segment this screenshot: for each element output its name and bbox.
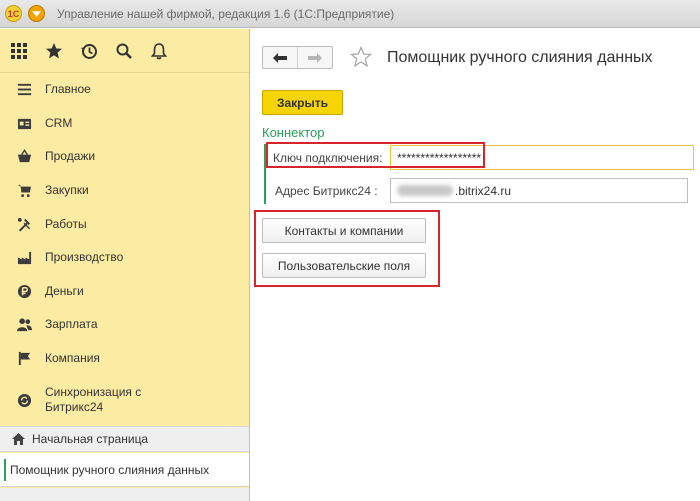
sidebar-item-label: CRM (45, 115, 73, 130)
apps-grid-icon[interactable] (9, 41, 29, 61)
group-divider-line (264, 144, 266, 204)
basket-icon (16, 149, 32, 165)
connection-key-value: ****************** (397, 150, 482, 165)
sync-icon (16, 392, 32, 408)
form-area: Помощник ручного слияния данных Закрыть … (251, 29, 700, 501)
form-title: Помощник ручного слияния данных (387, 49, 653, 66)
sidebar-item-company[interactable]: Компания (0, 342, 249, 376)
sidebar-item-label: Работы (45, 216, 87, 231)
crm-card-icon (16, 115, 32, 131)
home-page-label: Начальная страница (32, 432, 149, 446)
coin-icon (16, 283, 32, 299)
window-title: Управление нашей фирмой, редакция 1.6 (1… (57, 6, 395, 21)
connection-key-label: Ключ подключения: (273, 151, 383, 165)
sidebar-item-salary[interactable]: Зарплата (0, 308, 249, 342)
bitrix-address-value: .bitrix24.ru (455, 183, 512, 198)
history-nav (262, 46, 333, 69)
sidebar-item-sales[interactable]: Продажи (0, 140, 249, 174)
arrow-right-icon (308, 52, 322, 63)
main-menu-dropdown-icon[interactable] (28, 5, 45, 22)
sidebar-item-purchases[interactable]: Закупки (0, 174, 249, 208)
forward-button[interactable] (297, 47, 332, 68)
contacts-companies-button[interactable]: Контакты и компании (262, 218, 426, 243)
sidebar-bottom-strip (0, 488, 249, 501)
menu-lines-icon (16, 82, 32, 98)
sidebar-item-money[interactable]: Деньги (0, 275, 249, 309)
sidebar-item-label: Производство (45, 250, 124, 265)
sidebar-item-works[interactable]: Работы (0, 207, 249, 241)
custom-fields-button[interactable]: Пользовательские поля (262, 253, 426, 278)
title-bar: 1С Управление нашей фирмой, редакция 1.6… (0, 0, 700, 28)
bitrix-address-label: Адрес Битрикс24 : (275, 184, 378, 198)
active-window-marker (4, 459, 6, 481)
flag-icon (16, 351, 32, 367)
bell-icon[interactable] (149, 41, 169, 61)
tools-icon (16, 216, 32, 232)
sidebar-item-bitrix-sync[interactable]: Синхронизация с Битрикс24 (0, 375, 249, 425)
back-button[interactable] (263, 47, 297, 68)
favorite-star-icon[interactable] (349, 45, 373, 68)
sidebar-item-main[interactable]: Главное (0, 73, 249, 107)
bitrix-address-field[interactable]: .bitrix24.ru (390, 178, 688, 203)
close-button[interactable]: Закрыть (262, 90, 343, 115)
sidebar-item-production[interactable]: Производство (0, 241, 249, 275)
sidebar-item-label: Главное (45, 82, 91, 97)
app-logo-icon[interactable]: 1С (5, 5, 22, 22)
sidebar-item-label: Компания (45, 351, 100, 366)
sidebar-item-label: Продажи (45, 149, 96, 164)
sidebar-toolbar (0, 29, 249, 73)
factory-icon (16, 250, 32, 266)
sidebar-item-label: Синхронизация с Битрикс24 (45, 385, 142, 415)
history-icon[interactable] (79, 41, 99, 61)
connector-group-title: Коннектор (262, 125, 325, 140)
home-page-link[interactable]: Начальная страница (0, 426, 249, 452)
home-icon (12, 433, 25, 445)
blurred-subdomain (397, 185, 453, 196)
sidebar-nav: Главное CRM Продажи Закупки Работы Произ… (0, 73, 249, 425)
arrow-left-icon (273, 52, 287, 63)
connection-key-field[interactable]: ****************** (390, 145, 694, 170)
star-icon[interactable] (44, 41, 64, 61)
sidebar-item-label: Деньги (45, 283, 84, 298)
open-window-tab[interactable]: Помощник ручного слияния данных (0, 453, 249, 487)
sidebar-item-label: Закупки (45, 183, 89, 198)
search-icon[interactable] (114, 41, 134, 61)
people-icon (16, 317, 32, 333)
sidebar: Главное CRM Продажи Закупки Работы Произ… (0, 29, 250, 501)
sidebar-item-crm[interactable]: CRM (0, 107, 249, 141)
cart-icon (16, 183, 32, 199)
open-window-label: Помощник ручного слияния данных (10, 462, 210, 477)
sidebar-item-label: Зарплата (45, 317, 98, 332)
